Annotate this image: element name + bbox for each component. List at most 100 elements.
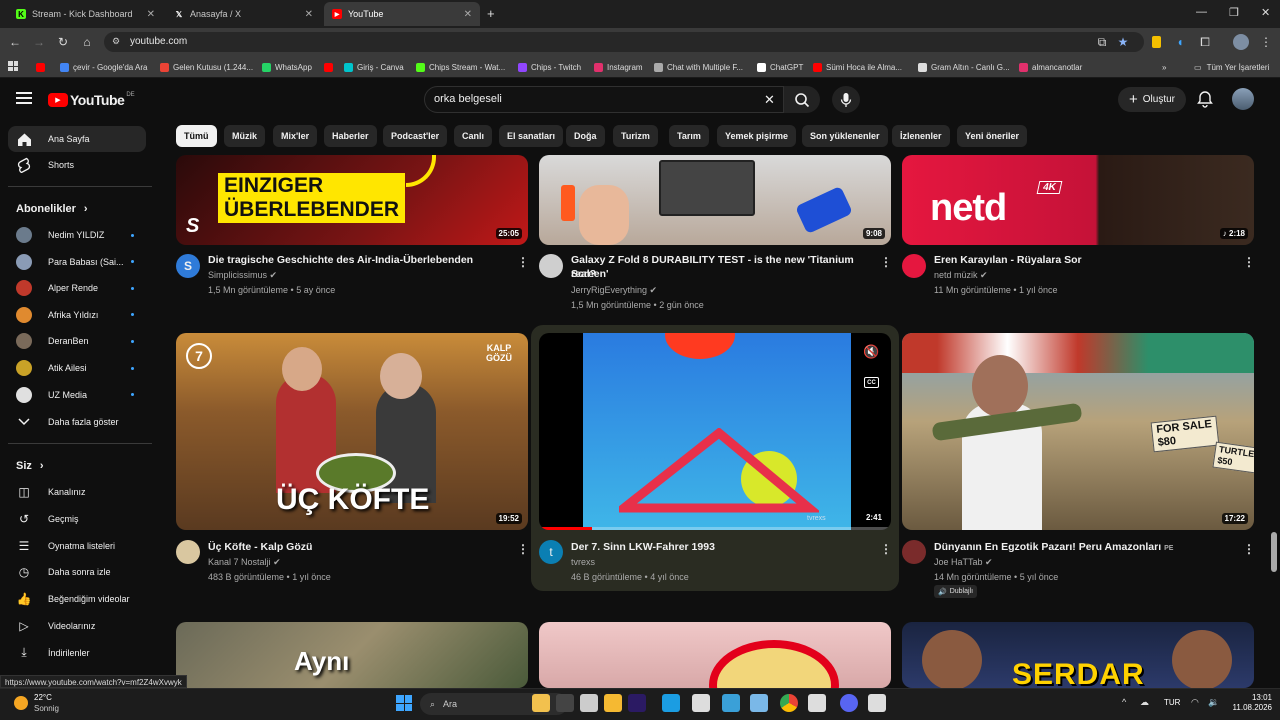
sidebar-item-channel[interactable]: ◫ Kanalınız (8, 479, 146, 505)
extensions-puzzle-icon[interactable]: ⧠ (1197, 34, 1213, 50)
channel-avatar[interactable] (176, 540, 200, 564)
forward-icon[interactable]: → (31, 34, 47, 50)
bookmark-item[interactable]: çevir - Google'da Ara (60, 60, 147, 74)
extension-icon[interactable]: ◖ (1172, 34, 1188, 50)
sidebar-subscription-item[interactable]: Para Babası (Sai... (8, 249, 146, 275)
channel-avatar[interactable] (902, 540, 926, 564)
filter-chip[interactable]: Mix'ler (273, 125, 318, 147)
video-thumbnail[interactable]: SERDAR (902, 622, 1254, 688)
channel-name[interactable]: netd müzik ✔ (934, 268, 988, 283)
taskbar-clock[interactable]: 13:01 11.08.2026 (1228, 693, 1272, 713)
filter-chip[interactable]: Yeni öneriler (957, 125, 1028, 147)
more-bookmarks-icon[interactable]: » (1162, 60, 1166, 74)
task-view-icon[interactable] (556, 694, 574, 712)
channel-avatar[interactable]: t (539, 540, 563, 564)
channel-name[interactable]: tvrexs (571, 555, 595, 570)
wifi-icon[interactable]: ◠ (1191, 697, 1199, 708)
url-text[interactable]: youtube.com (130, 36, 187, 47)
channel-name[interactable]: Joe HaTTab ✔ (934, 555, 993, 570)
close-icon[interactable]: ✕ (305, 9, 313, 20)
video-thumbnail[interactable]: FOR SALE $80 TURTLES $50 17:22 (902, 333, 1254, 530)
mute-icon[interactable]: 🔇 (863, 344, 879, 360)
profile-avatar[interactable] (1233, 34, 1249, 50)
video-preview-player[interactable]: tvrexs 🔇 CC 2:41 (539, 333, 891, 530)
video-thumbnail[interactable]: Aynı (176, 622, 528, 688)
channel-name[interactable]: Simplicissimus ✔ (208, 268, 277, 283)
tab-youtube[interactable]: ▶ YouTube ✕ (324, 2, 480, 26)
sidebar-item-shorts[interactable]: Shorts (8, 152, 146, 178)
filter-chip[interactable]: Tarım (669, 125, 709, 147)
youtube-logo[interactable]: ▶ YouTube DE (48, 92, 135, 108)
voice-search-button[interactable] (832, 86, 860, 113)
file-explorer-icon[interactable] (532, 694, 550, 712)
filter-chip[interactable]: Turizm (613, 125, 658, 147)
more-actions-icon[interactable]: ⋮ (880, 255, 892, 269)
sidebar-item-watch-later[interactable]: ◷ Daha sonra izle (8, 559, 146, 585)
bookmark-item[interactable]: Chips - Twitch (518, 60, 581, 74)
filter-chip[interactable]: Tümü (176, 125, 217, 147)
chrome-icon[interactable] (780, 694, 798, 712)
sidebar-item-like[interactable]: 👍 Beğendiğim videolar (8, 586, 146, 612)
bookmark-item[interactable]: Gram Altın - Canlı G... (918, 60, 1010, 74)
show-hidden-icons-icon[interactable]: ^ (1122, 697, 1126, 707)
address-bar[interactable] (104, 32, 1144, 52)
bookmark-item[interactable]: Gelen Kutusu (1.244... (160, 60, 253, 74)
menu-hamburger-icon[interactable] (16, 92, 32, 104)
sidebar-subscription-item[interactable]: UZ Media (8, 382, 146, 408)
video-title[interactable]: Üç Köfte - Kalp Gözü (208, 540, 508, 554)
sidebar-subscription-item[interactable]: Alper Rende (8, 275, 146, 301)
video-title[interactable]: Eren Karayılan - Rüyalara Sor (934, 253, 1234, 267)
sidebar-item-history[interactable]: ↺ Geçmiş (8, 506, 146, 532)
app-icon[interactable] (808, 694, 826, 712)
video-title[interactable]: Galaxy Z Fold 8 DURABILITY TEST - is the… (571, 253, 881, 281)
video-title[interactable]: Der 7. Sinn LKW-Fahrer 1993 (571, 540, 871, 554)
channel-avatar[interactable] (902, 254, 926, 278)
create-button[interactable]: + Oluştur (1118, 87, 1186, 112)
calculator-icon[interactable] (722, 694, 740, 712)
clear-search-icon[interactable]: ✕ (764, 92, 775, 108)
sidebar-item-playlists[interactable]: ☰ Oynatma listeleri (8, 533, 146, 559)
tab-x[interactable]: 𝕏 Anasayfa / X ✕ (166, 2, 321, 26)
steam-icon[interactable] (868, 694, 886, 712)
account-avatar[interactable] (1232, 88, 1254, 110)
captions-icon[interactable]: CC (864, 377, 879, 388)
more-actions-icon[interactable]: ⋮ (1243, 542, 1255, 556)
volume-icon[interactable]: 🔉 (1208, 697, 1219, 708)
window-close-icon[interactable]: ✕ (1261, 6, 1270, 19)
folder-icon[interactable] (604, 694, 622, 712)
weather-temp[interactable]: 22°C (34, 693, 52, 702)
input-language[interactable]: TUR (1164, 698, 1180, 707)
cloud-icon[interactable]: ☁ (1140, 697, 1149, 708)
video-title[interactable]: Die tragische Geschichte des Air-India-Ü… (208, 253, 508, 267)
preview-progress-track[interactable] (539, 527, 891, 530)
task-view-icon[interactable] (580, 694, 598, 712)
notifications-bell-icon[interactable] (1196, 90, 1214, 113)
close-icon[interactable]: ✕ (464, 9, 472, 20)
sidebar-subscription-item[interactable]: Atik Ailesi (8, 355, 146, 381)
weather-sun-icon[interactable] (14, 696, 28, 710)
video-title-line2[interactable]: real? (571, 267, 596, 281)
page-scrollbar-thumb[interactable] (1271, 532, 1277, 572)
bookmark-item[interactable]: Chat with Multiple F... (654, 60, 743, 74)
bookmark-item[interactable] (36, 60, 49, 74)
filter-chip[interactable]: İzlenenler (892, 125, 950, 147)
filter-chip[interactable]: Müzik (224, 125, 266, 147)
bookmark-item[interactable]: Chips Stream - Wat... (416, 60, 505, 74)
store-icon[interactable] (692, 694, 710, 712)
filter-chip[interactable]: Podcast'ler (383, 125, 448, 147)
more-actions-icon[interactable]: ⋮ (880, 542, 892, 556)
bookmark-item[interactable]: WhatsApp (262, 60, 312, 74)
filter-chip[interactable]: Doğa (566, 125, 605, 147)
bookmark-item[interactable]: Instagram (594, 60, 643, 74)
notepad-icon[interactable] (750, 694, 768, 712)
sidebar-item-downloads[interactable]: ⤓ İndirilenler (8, 640, 146, 666)
video-thumbnail[interactable] (539, 622, 891, 688)
minimize-icon[interactable]: — (1196, 6, 1207, 18)
sidebar-item-your-videos[interactable]: ▷ Videolarınız (8, 613, 146, 639)
filter-chip[interactable]: Haberler (324, 125, 377, 147)
bookmark-star-icon[interactable]: ★ (1115, 34, 1131, 50)
filter-chip[interactable]: El sanatları (499, 125, 564, 147)
filter-chip[interactable]: Canlı (454, 125, 493, 147)
extension-icon[interactable] (1152, 36, 1161, 48)
menu-dots-icon[interactable]: ⋮ (1258, 34, 1274, 50)
